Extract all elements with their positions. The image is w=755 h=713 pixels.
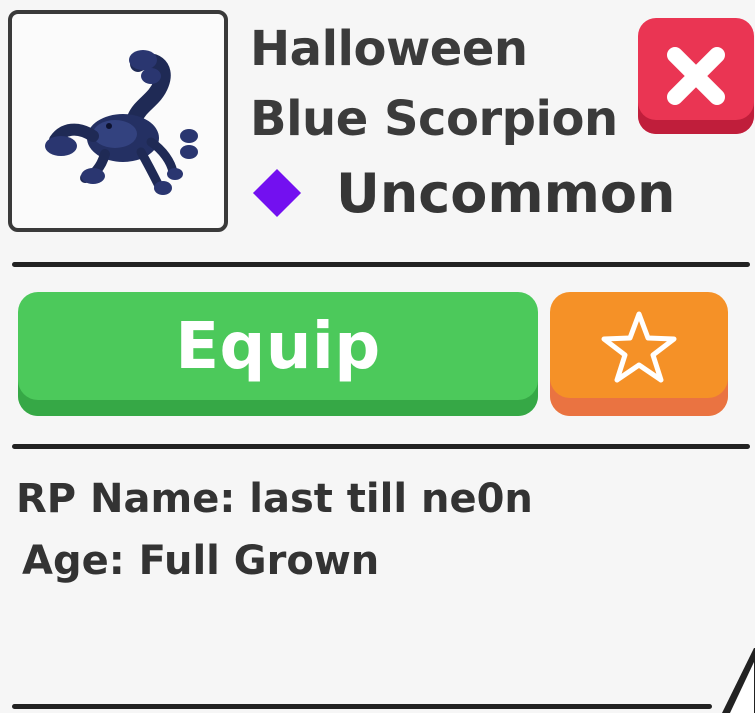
divider-middle — [12, 444, 750, 449]
equip-button[interactable]: Equip — [18, 292, 538, 416]
pet-thumbnail — [8, 10, 228, 232]
rp-name-text: RP Name: last till ne0n — [16, 476, 533, 522]
divider-bottom — [12, 704, 712, 709]
rarity-label: Uncommon — [336, 161, 676, 225]
age-text: Age: Full Grown — [22, 538, 380, 584]
rarity-row: Uncommon — [250, 160, 675, 226]
pet-name-line2: Blue Scorpion — [250, 91, 618, 147]
pet-info-panel: Halloween Blue Scorpion Uncommon Equip R… — [0, 0, 755, 713]
rarity-diamond-icon — [252, 168, 302, 218]
blue-scorpion-icon — [45, 50, 198, 195]
pet-name-line1: Halloween — [250, 21, 528, 77]
equip-button-label: Equip — [175, 310, 381, 384]
close-x-icon — [667, 47, 725, 105]
divider-top — [12, 262, 750, 267]
scroll-corner-icon — [722, 648, 755, 713]
star-outline-icon — [601, 311, 677, 383]
favorite-button[interactable] — [550, 292, 728, 416]
pet-name: Halloween Blue Scorpion — [250, 14, 630, 154]
close-button[interactable] — [638, 18, 754, 134]
